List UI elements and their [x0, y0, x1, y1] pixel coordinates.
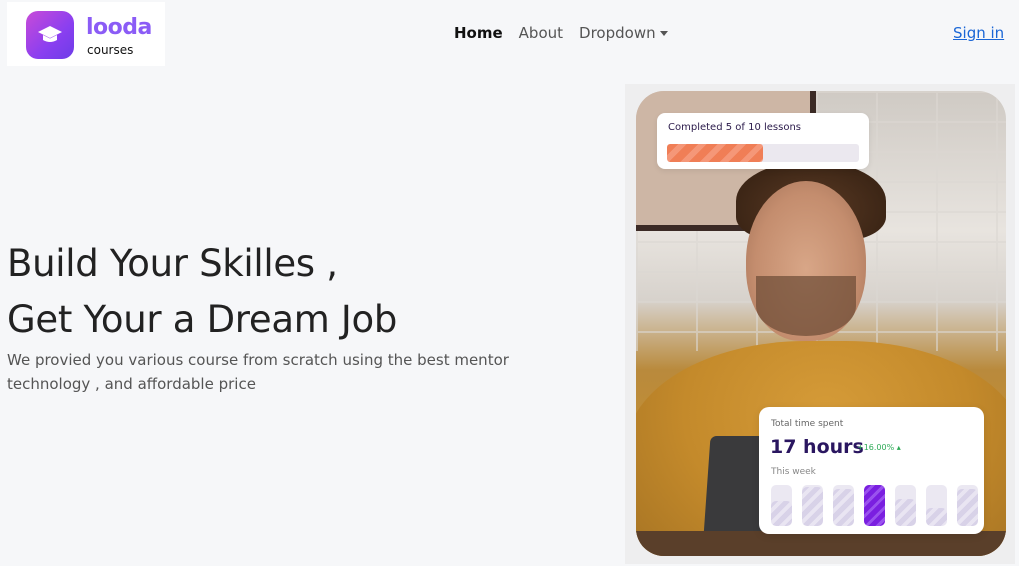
nav-dropdown-label: Dropdown	[579, 24, 656, 42]
weekly-bar	[895, 485, 916, 526]
weekly-bar	[926, 485, 947, 526]
time-card-title: Total time spent	[771, 419, 844, 429]
weekly-bar	[771, 485, 792, 526]
brand-subtitle: courses	[87, 43, 134, 57]
hero-title-line2: Get Your a Dream Job	[7, 298, 398, 341]
weekly-bar-fill	[895, 499, 916, 526]
time-card-period: This week	[771, 467, 816, 477]
weekly-bar	[957, 485, 978, 526]
weekly-bars	[771, 485, 978, 526]
main-nav: Home About Dropdown	[454, 24, 668, 42]
weekly-bar-fill	[957, 489, 978, 526]
weekly-bar-fill	[771, 501, 792, 526]
hero-description: We provied you various course from scrat…	[7, 351, 509, 393]
weekly-bar	[864, 485, 885, 526]
weekly-bar	[833, 485, 854, 526]
brand-name: looda	[86, 15, 152, 40]
time-card-change: +16.00% ▴	[857, 443, 901, 452]
progress-card: Completed 5 of 10 lessons	[657, 113, 869, 169]
nav-home[interactable]: Home	[454, 24, 503, 42]
weekly-bar-fill	[802, 487, 823, 526]
hero-title: Build Your Skilles , Get Your a Dream Jo…	[7, 236, 397, 348]
time-spent-card: Total time spent 17 hours +16.00% ▴ This…	[759, 407, 984, 534]
graduation-cap-icon	[26, 11, 74, 59]
weekly-bar-fill	[864, 485, 885, 526]
nav-dropdown[interactable]: Dropdown	[579, 24, 668, 42]
sign-in-link[interactable]: Sign in	[953, 24, 1004, 42]
table	[636, 531, 1006, 556]
weekly-bar	[802, 485, 823, 526]
chevron-down-icon	[659, 31, 668, 36]
beard	[756, 276, 856, 336]
hero-title-line1: Build Your Skilles ,	[7, 242, 338, 285]
time-card-hours: 17 hours	[770, 436, 864, 458]
progress-label: Completed 5 of 10 lessons	[668, 122, 801, 133]
logo[interactable]: looda courses	[7, 2, 165, 66]
progress-bar-fill	[667, 144, 763, 162]
book-now-button[interactable]: Book Now	[7, 416, 108, 446]
weekly-bar-fill	[833, 489, 854, 526]
weekly-bar-fill	[926, 507, 947, 526]
nav-about[interactable]: About	[519, 24, 563, 42]
progress-bar	[667, 144, 859, 162]
